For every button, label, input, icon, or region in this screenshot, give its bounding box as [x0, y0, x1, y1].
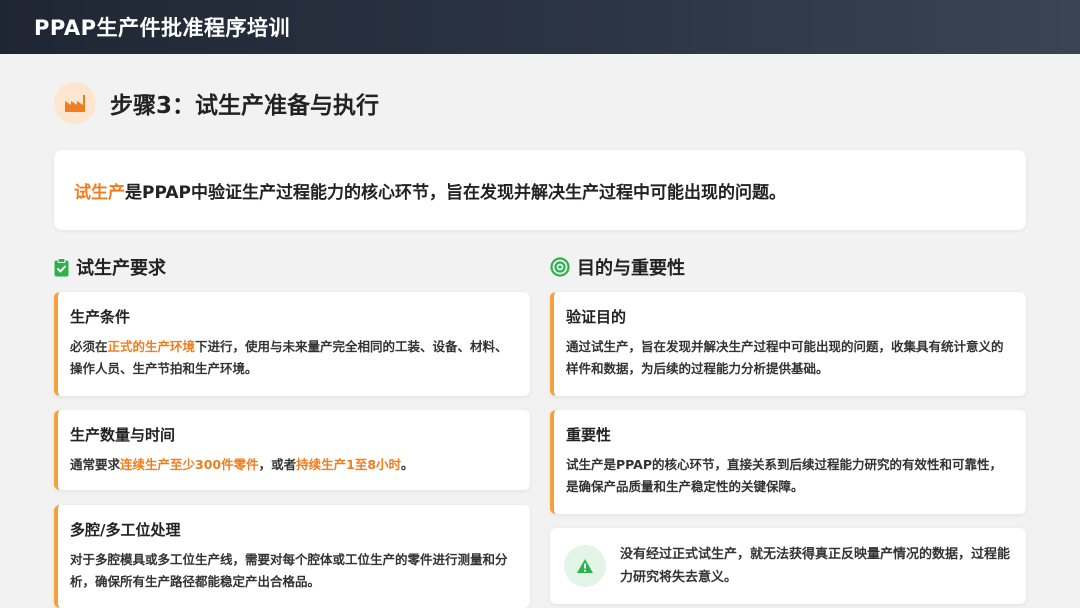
card-title: 多腔/多工位处理: [70, 521, 181, 539]
card-body: 试生产是PPAP的核心环节，直接关系到后续过程能力研究的有效性和可靠性，是确保产…: [566, 457, 1003, 494]
card-quantity-time: 生产数量与时间 通常要求连续生产至少300件零件，或者持续生产1至8小时。: [54, 410, 530, 490]
top-bar: PPAP生产件批准程序培训: [0, 0, 1080, 54]
warning-triangle-icon: [564, 545, 606, 587]
card-production-conditions: 生产条件 必须在正式的生产环境下进行，使用与未来量产完全相同的工装、设备、材料、…: [54, 292, 530, 396]
card-title: 验证目的: [566, 308, 627, 326]
card-highlight: 持续生产1至8小时: [296, 457, 402, 472]
card-purpose: 验证目的 通过试生产，旨在发现并解决生产过程中可能出现的问题，收集具有统计意义的…: [550, 292, 1026, 396]
factory-icon: [54, 82, 96, 124]
target-icon: [550, 257, 570, 277]
step-header: 步骤3：试生产准备与执行: [54, 82, 379, 124]
card-text: 通常要求: [70, 457, 121, 472]
card-importance: 重要性 试生产是PPAP的核心环节，直接关系到后续过程能力研究的有效性和可靠性，…: [550, 410, 1026, 514]
card-body: 对于多腔模具或多工位生产线，需要对每个腔体或工位生产的零件进行测量和分析，确保所…: [70, 552, 508, 589]
clipboard-check-icon: [54, 257, 69, 277]
intro-box: 试生产 是PPAP中验证生产过程能力的核心环节，旨在发现并解决生产过程中可能出现的…: [54, 150, 1026, 230]
warning-box: 没有经过正式试生产，就无法获得真正反映量产情况的数据，过程能力研究将失去意义。: [550, 528, 1026, 604]
card-text: 。: [401, 457, 414, 472]
right-heading-label: 目的与重要性: [577, 258, 685, 279]
left-heading-label: 试生产要求: [76, 258, 166, 279]
card-body: 通过试生产，旨在发现并解决生产过程中可能出现的问题，收集具有统计意义的样件和数据…: [566, 339, 1004, 376]
card-highlight: 连续生产至少300件零件: [120, 457, 259, 472]
intro-text: 是PPAP中验证生产过程能力的核心环节，旨在发现并解决生产过程中可能出现的问题。: [125, 182, 786, 203]
intro-highlight: 试生产: [74, 182, 125, 203]
card-multi-cavity: 多腔/多工位处理 对于多腔模具或多工位生产线，需要对每个腔体或工位生产的零件进行…: [54, 505, 530, 608]
step-title: 步骤3：试生产准备与执行: [110, 93, 380, 119]
right-heading: 目的与重要性: [550, 254, 685, 280]
card-title: 重要性: [566, 426, 612, 444]
page-title: PPAP生产件批准程序培训: [34, 16, 290, 40]
card-text: ，或者: [258, 457, 297, 472]
card-title: 生产数量与时间: [70, 426, 176, 444]
warning-text: 没有经过正式试生产，就无法获得真正反映量产情况的数据，过程能力研究将失去意义。: [620, 547, 1011, 585]
card-body: 必须在正式的生产环境下进行，使用与未来量产完全相同的工装、设备、材料、操作人员、…: [70, 336, 510, 380]
card-body: 通常要求连续生产至少300件零件，或者持续生产1至8小时。: [70, 454, 530, 476]
card-title: 生产条件: [70, 308, 131, 326]
left-heading: 试生产要求: [54, 254, 166, 280]
card-highlight: 正式的生产环境: [107, 339, 196, 354]
card-text: 必须在: [70, 339, 108, 354]
